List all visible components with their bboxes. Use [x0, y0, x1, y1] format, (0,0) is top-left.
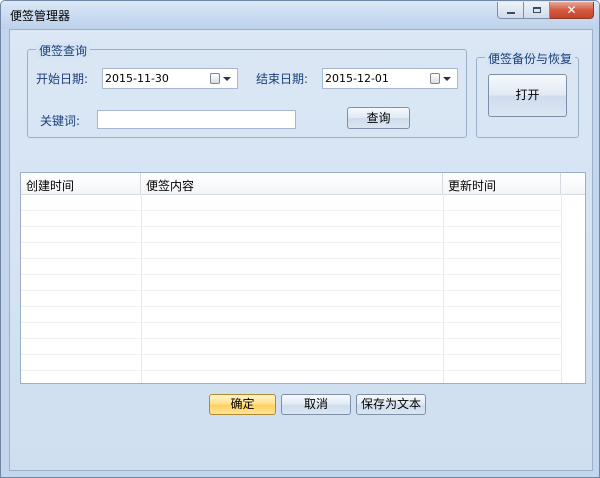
table-header: 创建时间 便签内容 更新时间 — [21, 173, 585, 195]
title-bar[interactable]: 便签管理器 ✕ — [1, 1, 599, 29]
chevron-down-icon — [443, 76, 451, 81]
start-date-value: 2015-11-30 — [105, 72, 169, 85]
cancel-button[interactable]: 取消 — [281, 394, 351, 415]
grid-line — [21, 258, 561, 259]
column-header-updated[interactable]: 更新时间 — [443, 173, 561, 194]
grid-line — [21, 338, 561, 339]
calendar-icon — [430, 73, 440, 84]
column-header-created[interactable]: 创建时间 — [21, 173, 141, 194]
open-button[interactable]: 打开 — [488, 74, 567, 117]
start-date-label: 开始日期: — [36, 72, 89, 86]
calendar-icon — [210, 73, 220, 84]
keyword-input[interactable] — [97, 110, 296, 129]
grid-line — [21, 290, 561, 291]
maximize-button[interactable] — [524, 2, 550, 19]
client-area: 便签查询 开始日期: 2015-11-30 结束日期: 2015-12-01 关… — [9, 29, 593, 471]
ok-button[interactable]: 确定 — [209, 394, 276, 415]
grid-line — [21, 226, 561, 227]
grid-line — [21, 354, 561, 355]
end-date-label: 结束日期: — [256, 72, 309, 86]
keyword-label: 关键词: — [40, 114, 81, 128]
maximize-icon — [532, 7, 541, 13]
backup-group-title: 便签备份与恢复 — [485, 50, 576, 67]
close-button[interactable]: ✕ — [550, 2, 594, 19]
app-window: 便签管理器 ✕ 便签查询 开始日期: 2015-11-30 结束日期: 2015… — [0, 0, 600, 478]
column-divider — [561, 194, 562, 383]
end-date-dropdown[interactable] — [430, 72, 454, 85]
window-title: 便签管理器 — [10, 9, 71, 23]
start-date-picker[interactable]: 2015-11-30 — [102, 68, 238, 89]
grid-line — [21, 242, 561, 243]
close-icon: ✕ — [566, 3, 577, 17]
grid-line — [21, 306, 561, 307]
notes-table[interactable]: 创建时间 便签内容 更新时间 — [20, 172, 586, 384]
grid-line — [21, 322, 561, 323]
end-date-picker[interactable]: 2015-12-01 — [322, 68, 458, 89]
minimize-icon — [506, 12, 515, 14]
window-controls: ✕ — [497, 2, 594, 20]
start-date-dropdown[interactable] — [210, 72, 234, 85]
search-button[interactable]: 查询 — [347, 107, 410, 129]
chevron-down-icon — [223, 76, 231, 81]
column-header-content[interactable]: 便签内容 — [141, 173, 443, 194]
grid-line — [21, 370, 561, 371]
grid-line — [21, 210, 561, 211]
query-group-title: 便签查询 — [36, 42, 91, 59]
end-date-value: 2015-12-01 — [325, 72, 389, 85]
grid-line — [21, 274, 561, 275]
minimize-button[interactable] — [497, 2, 524, 19]
save-as-text-button[interactable]: 保存为文本 — [356, 394, 426, 415]
